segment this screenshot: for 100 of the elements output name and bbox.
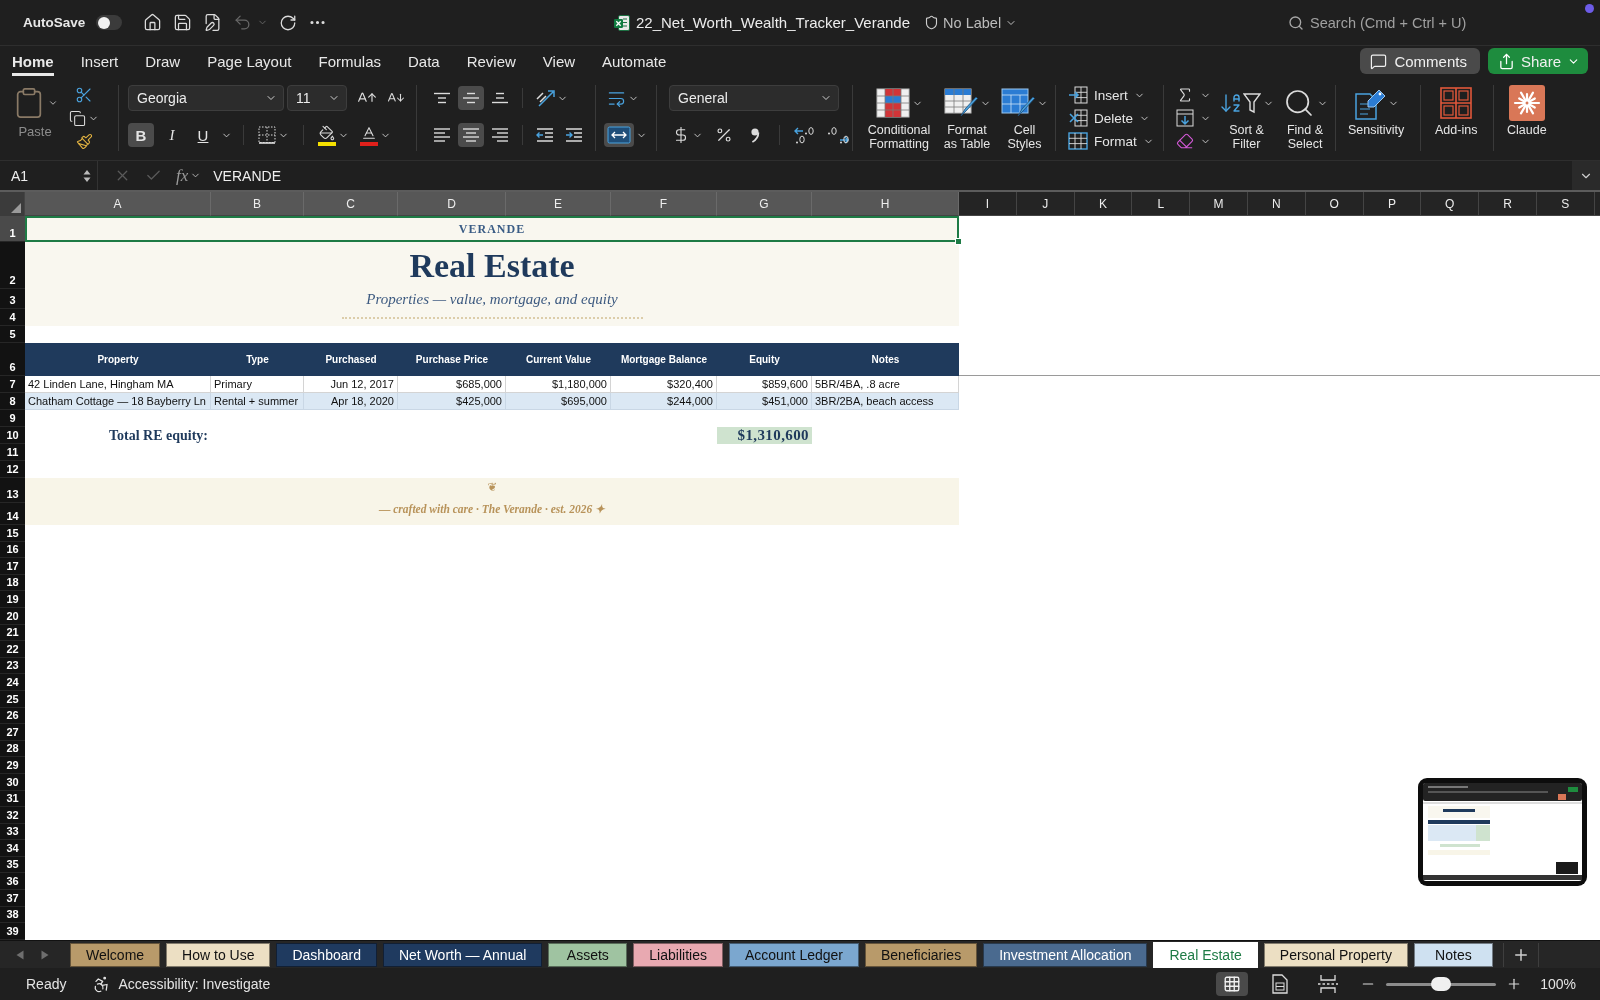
row-number[interactable]: 9: [0, 410, 25, 427]
row-number[interactable]: 22: [0, 641, 25, 658]
row-number[interactable]: 24: [0, 674, 25, 691]
column-letter[interactable]: A: [25, 192, 211, 216]
row-number[interactable]: 1: [0, 216, 25, 242]
cell-styles-button[interactable]: Cell Styles: [1001, 85, 1048, 151]
column-letter[interactable]: Q: [1421, 192, 1480, 216]
add-sheet-button[interactable]: [1502, 942, 1539, 967]
align-center-button[interactable]: [458, 123, 484, 147]
caret-right-icon[interactable]: [41, 949, 49, 960]
screenshot-thumbnail[interactable]: [1418, 778, 1587, 886]
sheet-tab[interactable]: Notes: [1413, 942, 1493, 967]
sheet-tab[interactable]: Net Worth — Annual: [382, 942, 543, 967]
column-letter[interactable]: D: [398, 192, 506, 216]
ribbon-tab[interactable]: Automate: [602, 46, 667, 76]
column-letter[interactable]: O: [1305, 192, 1364, 216]
sheet-tab[interactable]: Dashboard: [276, 942, 377, 967]
row-number[interactable]: 3: [0, 289, 25, 309]
accessibility-button[interactable]: Accessibility: Investigate: [92, 974, 271, 994]
sheet-tab[interactable]: Liabilities: [633, 942, 723, 967]
column-letter[interactable]: R: [1479, 192, 1537, 216]
select-all-button[interactable]: [0, 192, 25, 216]
column-letter[interactable]: N: [1248, 192, 1306, 216]
align-middle-button[interactable]: [458, 86, 484, 110]
sheet-tab[interactable]: Real Estate: [1153, 941, 1258, 968]
format-as-table-button[interactable]: Format as Table: [941, 85, 993, 151]
format-cells-button[interactable]: Format: [1068, 131, 1154, 151]
sheet-tab[interactable]: Account Ledger: [728, 942, 859, 967]
row-number[interactable]: 6: [0, 343, 25, 376]
column-letter[interactable]: B: [211, 192, 304, 216]
column-letter[interactable]: I: [959, 192, 1017, 216]
column-letter[interactable]: S: [1536, 192, 1595, 216]
column-letter[interactable]: E: [506, 192, 611, 216]
conditional-formatting-button[interactable]: Conditional Formatting: [865, 85, 933, 151]
sort-filter-button[interactable]: Sort & Filter: [1219, 85, 1274, 151]
row-number[interactable]: 32: [0, 807, 25, 824]
underline-button[interactable]: U: [190, 123, 216, 147]
column-letter[interactable]: M: [1190, 192, 1248, 216]
home-icon[interactable]: [143, 13, 163, 32]
row-number[interactable]: 5: [0, 326, 25, 343]
sheet-tab[interactable]: Assets: [548, 942, 628, 967]
row-number[interactable]: 4: [0, 309, 25, 326]
name-box[interactable]: A1: [0, 161, 98, 190]
claude-button[interactable]: Claude: [1507, 85, 1547, 151]
column-letter[interactable]: F: [611, 192, 717, 216]
clear-button[interactable]: [1176, 131, 1211, 151]
formula-field[interactable]: VERANDE: [209, 161, 1572, 190]
row-number[interactable]: 34: [0, 840, 25, 857]
column-letter[interactable]: J: [1016, 192, 1075, 216]
sensitivity-label-button[interactable]: No Label: [924, 14, 1018, 31]
redo-icon[interactable]: [279, 13, 298, 32]
ribbon-tab[interactable]: Formulas: [318, 46, 381, 76]
font-name-dropdown[interactable]: Georgia: [128, 85, 284, 111]
number-format-dropdown[interactable]: General: [669, 85, 839, 111]
ribbon-tab[interactable]: Draw: [145, 46, 181, 76]
sensitivity-button[interactable]: Sensitivity: [1348, 85, 1405, 151]
ribbon-tab[interactable]: View: [542, 46, 576, 76]
insert-function-button[interactable]: fx: [176, 165, 202, 186]
ribbon-tab[interactable]: Page Layout: [207, 46, 292, 76]
row-number[interactable]: 29: [0, 757, 25, 774]
column-letter[interactable]: H: [812, 192, 959, 216]
comments-button[interactable]: Comments: [1360, 48, 1480, 74]
ribbon-tab[interactable]: Review: [466, 46, 516, 76]
italic-button[interactable]: I: [159, 123, 185, 147]
caret-left-icon[interactable]: [16, 949, 24, 960]
zoom-percentage[interactable]: 100%: [1540, 976, 1576, 992]
brand-cell[interactable]: VERANDE: [25, 216, 959, 242]
column-letter[interactable]: C: [304, 192, 398, 216]
row-number[interactable]: 10: [0, 427, 25, 444]
row-number[interactable]: 17: [0, 558, 25, 575]
row-number[interactable]: 13: [0, 478, 25, 503]
row-number[interactable]: 27: [0, 724, 25, 741]
merge-center-button[interactable]: [604, 123, 634, 147]
font-size-dropdown[interactable]: 11: [287, 85, 347, 111]
row-number[interactable]: 2: [0, 242, 25, 289]
sheet-tab[interactable]: Personal Property: [1263, 942, 1408, 967]
find-select-button[interactable]: Find & Select: [1282, 85, 1328, 151]
search-field[interactable]: Search (Cmd + Ctrl + U): [1310, 14, 1490, 31]
row-number[interactable]: 7: [0, 376, 25, 393]
ribbon-tab[interactable]: Data: [408, 46, 440, 76]
ribbon-tab[interactable]: Insert: [80, 46, 119, 76]
delete-cells-button[interactable]: Delete: [1068, 108, 1154, 128]
column-letter[interactable]: G: [717, 192, 812, 216]
row-number[interactable]: 11: [0, 444, 25, 461]
slider-thumb[interactable]: [1431, 976, 1452, 991]
add-ins-button[interactable]: Add-ins: [1435, 85, 1478, 151]
row-number[interactable]: 8: [0, 393, 25, 410]
bold-button[interactable]: B: [128, 123, 154, 147]
normal-view-button[interactable]: [1216, 972, 1249, 996]
sheet-tab[interactable]: Beneficiaries: [865, 942, 978, 967]
column-letter[interactable]: K: [1074, 192, 1133, 216]
sheet-tab[interactable]: How to Use: [166, 942, 271, 967]
autosave-toggle[interactable]: [96, 15, 123, 30]
column-letter[interactable]: P: [1363, 192, 1422, 216]
row-number[interactable]: 12: [0, 461, 25, 478]
row-number[interactable]: 19: [0, 591, 25, 608]
sheet-tab[interactable]: Investment Allocation: [983, 942, 1148, 967]
row-number[interactable]: 37: [0, 890, 25, 907]
row-number[interactable]: 15: [0, 525, 25, 542]
row-number[interactable]: 39: [0, 923, 25, 940]
